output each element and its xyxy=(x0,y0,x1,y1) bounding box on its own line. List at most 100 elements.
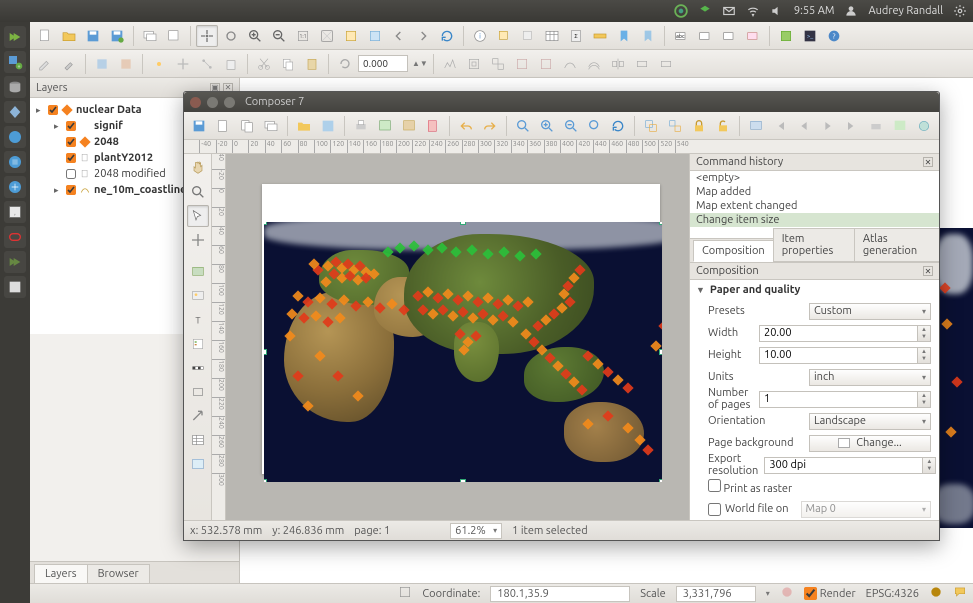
ungroup-icon[interactable] xyxy=(664,115,686,137)
paste-icon[interactable] xyxy=(301,53,323,75)
resolution-spin[interactable]: ▲▼ xyxy=(764,457,936,474)
save-edits-icon[interactable] xyxy=(91,53,113,75)
vector-new-icon[interactable] xyxy=(4,251,26,273)
c-add-table-icon[interactable] xyxy=(187,429,209,451)
label-rotate-icon[interactable] xyxy=(718,25,740,47)
messages-icon[interactable] xyxy=(953,585,967,602)
zoom-in-icon[interactable] xyxy=(244,25,266,47)
history-item[interactable]: Map added xyxy=(690,185,939,199)
c-add-scalebar-icon[interactable] xyxy=(187,357,209,379)
edit-brush-icon[interactable] xyxy=(58,53,80,75)
chrome-icon[interactable] xyxy=(674,4,688,18)
c-add-image-icon[interactable] xyxy=(187,285,209,307)
c-zoom-actual-icon[interactable] xyxy=(584,115,606,137)
c-zoom-in-icon[interactable] xyxy=(536,115,558,137)
add-ring-icon[interactable] xyxy=(463,53,485,75)
save-as-icon[interactable] xyxy=(106,25,128,47)
group-paper-quality[interactable]: ▼Paper and quality xyxy=(690,280,939,300)
export-pdf-icon[interactable] xyxy=(422,115,444,137)
atlas-export-icon[interactable] xyxy=(889,115,911,137)
identify-icon[interactable]: i xyxy=(469,25,491,47)
label-tool-icon[interactable]: abc xyxy=(670,25,692,47)
coord-field[interactable]: 180.1,35.9 xyxy=(490,586,630,602)
atlas-prev-icon[interactable] xyxy=(793,115,815,137)
c-add-label-icon[interactable]: T xyxy=(187,309,209,331)
rotate-feature-icon[interactable] xyxy=(334,53,356,75)
mail-icon[interactable] xyxy=(722,4,736,18)
add-raster-icon[interactable]: + xyxy=(4,51,26,73)
add-feature-icon[interactable] xyxy=(148,53,170,75)
composer-new-icon[interactable] xyxy=(163,25,185,47)
window-close-icon[interactable] xyxy=(190,97,201,108)
world-file-checkbox[interactable]: World file on xyxy=(708,503,789,516)
scale-field[interactable]: 3,331,796 xyxy=(676,586,756,602)
refresh-icon[interactable] xyxy=(436,25,458,47)
group-icon[interactable] xyxy=(640,115,662,137)
atlas-preview-icon[interactable] xyxy=(745,115,767,137)
username[interactable]: Audrey Randall xyxy=(868,5,943,17)
tab-item-properties[interactable]: Item properties xyxy=(773,228,855,262)
add-wcs-icon[interactable] xyxy=(4,151,26,173)
move-feature-icon[interactable] xyxy=(172,53,194,75)
field-calc-icon[interactable]: Σ xyxy=(565,25,587,47)
c-zoom-out-icon[interactable] xyxy=(560,115,582,137)
add-delimited-icon[interactable]: , xyxy=(4,201,26,223)
attribute-table-icon[interactable] xyxy=(541,25,563,47)
load-template-icon[interactable] xyxy=(293,115,315,137)
window-maximize-icon[interactable] xyxy=(224,97,235,108)
merge-attr-icon[interactable] xyxy=(655,53,677,75)
reshape-icon[interactable] xyxy=(559,53,581,75)
add-wfs-icon[interactable] xyxy=(4,176,26,198)
atlas-first-icon[interactable] xyxy=(769,115,791,137)
delete-part-icon[interactable] xyxy=(535,53,557,75)
c-move-content-icon[interactable] xyxy=(187,229,209,251)
node-tool-icon[interactable] xyxy=(196,53,218,75)
add-postgis-icon[interactable] xyxy=(4,76,26,98)
height-spin[interactable]: ▲▼ xyxy=(759,347,931,364)
stop-render-icon[interactable] xyxy=(780,585,794,602)
help-icon[interactable]: ? xyxy=(823,25,845,47)
label-move-icon[interactable] xyxy=(694,25,716,47)
composer-manager-icon[interactable] xyxy=(260,115,282,137)
cut-icon[interactable] xyxy=(253,53,275,75)
lock-icon[interactable] xyxy=(688,115,710,137)
zoom-out-icon[interactable] xyxy=(268,25,290,47)
add-wms-icon[interactable] xyxy=(4,126,26,148)
delete-ring-icon[interactable] xyxy=(511,53,533,75)
deselect-icon[interactable] xyxy=(517,25,539,47)
c-add-legend-icon[interactable] xyxy=(187,333,209,355)
c-zoom-icon[interactable] xyxy=(187,181,209,203)
c-zoom-full-icon[interactable] xyxy=(512,115,534,137)
dropbox-icon[interactable] xyxy=(698,4,712,18)
page-bg-button[interactable]: Change... xyxy=(809,435,931,452)
tab-atlas[interactable]: Atlas generation xyxy=(854,228,939,262)
composer-map-item[interactable] xyxy=(264,222,662,482)
bookmark-icon[interactable] xyxy=(613,25,635,47)
save-icon[interactable] xyxy=(82,25,104,47)
toggle-extents-icon[interactable] xyxy=(398,585,412,602)
composer-zoom-combo[interactable]: 61.2%▾ xyxy=(450,523,502,539)
add-spatialite-icon[interactable] xyxy=(4,101,26,123)
atlas-next-icon[interactable] xyxy=(817,115,839,137)
new-project-icon[interactable] xyxy=(34,25,56,47)
rotation-spin[interactable]: 0.000 xyxy=(358,55,408,72)
undo-icon[interactable] xyxy=(455,115,477,137)
atlas-last-icon[interactable] xyxy=(841,115,863,137)
composer-manager-icon[interactable] xyxy=(139,25,161,47)
gear-icon[interactable] xyxy=(953,4,967,18)
python-console-icon[interactable]: >_ xyxy=(799,25,821,47)
simplify-icon[interactable] xyxy=(439,53,461,75)
orientation-combo[interactable]: Landscape xyxy=(809,413,931,430)
c-select-move-icon[interactable] xyxy=(187,205,209,227)
copy-icon[interactable] xyxy=(277,53,299,75)
c-add-html-icon[interactable] xyxy=(187,453,209,475)
render-checkbox[interactable]: Render xyxy=(804,587,856,600)
bookmark-list-icon[interactable] xyxy=(637,25,659,47)
clock[interactable]: 9:55 AM xyxy=(794,5,835,17)
width-spin[interactable]: ▲▼ xyxy=(759,325,931,342)
merge-icon[interactable] xyxy=(631,53,653,75)
window-minimize-icon[interactable] xyxy=(207,97,218,108)
c-add-map-icon[interactable] xyxy=(187,261,209,283)
composer-canvas[interactable] xyxy=(226,154,689,520)
label-change-icon[interactable] xyxy=(742,25,764,47)
